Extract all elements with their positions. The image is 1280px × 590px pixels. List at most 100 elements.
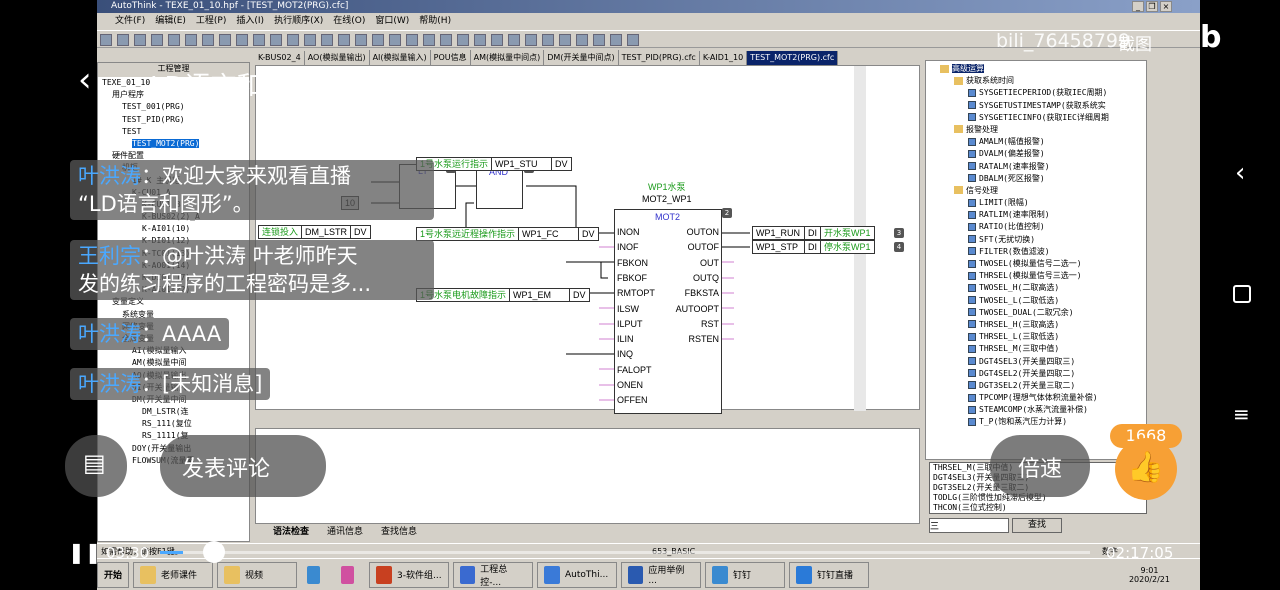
screenshot-label[interactable]: 截图 [1118,30,1152,55]
taskbar-item[interactable]: 老师课件 [133,561,214,588]
back-icon[interactable]: ‹ [78,60,92,100]
library-item[interactable]: 高级运算 [940,63,1146,75]
output-variable[interactable]: WP1_RUN DI 开水泵WP1 [752,226,875,240]
taskbar-item[interactable]: AutoThi... [537,561,618,588]
close-button[interactable]: × [1160,1,1172,12]
library-item[interactable]: THRSEL_L(三取低选) [940,331,1146,343]
menu-item[interactable]: 帮助(H) [419,16,451,26]
taskbar-item[interactable]: 3-软件组... [369,561,450,588]
library-item[interactable]: TWOSEL(模拟量信号二选一) [940,258,1146,270]
library-item[interactable]: 报警处理 [940,124,1146,136]
library-item[interactable]: RATIO(比值控制) [940,221,1146,233]
toolbar-button-icon[interactable] [270,34,282,46]
taskbar-item[interactable] [335,561,366,588]
menu-item[interactable]: 文件(F) [115,16,145,26]
progress-bar[interactable] [160,551,1090,554]
tab-item[interactable]: AO(模拟量输出) [305,50,370,65]
taskbar-item[interactable]: 视频 [217,561,298,588]
library-item[interactable]: TWOSEL_H(二取高选) [940,282,1146,294]
toolbar-button-icon[interactable] [491,34,503,46]
toolbar-button-icon[interactable] [440,34,452,46]
toolbar-button-icon[interactable] [627,34,639,46]
toolbar-button-icon[interactable] [355,34,367,46]
library-item[interactable]: TWOSEL_DUAL(二取冗余) [940,307,1146,319]
tab-item[interactable]: TEST_PID(PRG).cfc [619,51,700,65]
toolbar-button-icon[interactable] [304,34,316,46]
start-button[interactable]: 开始 [97,561,130,588]
toolbar-button-icon[interactable] [219,34,231,46]
library-item[interactable]: DGT4SEL2(开关量四取二) [940,368,1146,380]
library-item[interactable]: RATLIM(速率限制) [940,209,1146,221]
input-variable[interactable]: 1号水泵远近程操作指示 WP1_FC DV [416,227,599,241]
tab-item[interactable]: K-AID1_10 [700,51,748,65]
tree-item[interactable]: RS_111(复位 [102,418,249,430]
toolbar-button-icon[interactable] [610,34,622,46]
tab-item[interactable]: DM(开关量中间点) [544,50,619,65]
toolbar-button-icon[interactable] [100,34,112,46]
taskbar-item[interactable]: 钉钉直播 [789,561,870,588]
like-button[interactable]: 👍 [1115,438,1177,500]
mot2-block[interactable]: MOT2 INON INOF FBKON FBKOF RMTOPT ILSW ILPUT IL… [614,209,722,414]
toolbar-button-icon[interactable] [389,34,401,46]
output-tab[interactable]: 通讯信息 [327,527,363,537]
toolbar-button-icon[interactable] [338,34,350,46]
toolbar-button-icon[interactable] [372,34,384,46]
menu-item[interactable]: 在线(O) [333,16,365,26]
library-item[interactable]: SYSGETUSTIMESTAMP(获取系统实 [940,100,1146,112]
library-item[interactable]: TPCOMP(理想气体体积流量补偿) [940,392,1146,404]
restore-button[interactable]: ❐ [1146,1,1158,12]
comment-input[interactable]: 发表评论 [160,435,326,497]
input-variable[interactable]: 1号水泵运行指示 WP1_STU DV [416,157,572,171]
output-variable[interactable]: WP1_STP DI 停水泵WP1 [752,240,875,254]
library-item[interactable]: SYSGETIECPERIOD(获取IEC周期) [940,87,1146,99]
tab-item[interactable]: K-BUS02_4 [255,51,305,65]
library-item[interactable]: 信号处理 [940,185,1146,197]
tab-item[interactable]: AI(模拟量输入) [370,50,431,65]
toolbar-button-icon[interactable] [542,34,554,46]
toolbar-button-icon[interactable] [236,34,248,46]
cfc-canvas[interactable]: LT 0 10 AND 1 连锁投入DM_LSTRDV WP1水泵 MOT2_W… [255,65,920,414]
library-item[interactable]: DBALM(死区报警) [940,173,1146,185]
menu-icon[interactable]: ≡ [1233,402,1250,426]
menu-item[interactable]: 工程(P) [196,16,226,26]
taskbar-item[interactable]: 钉钉 [705,561,786,588]
toolbar-button-icon[interactable] [457,34,469,46]
library-item[interactable]: DGT3SEL2(开关量三取二) [940,380,1146,392]
taskbar-item[interactable]: 应用举例 ... [621,561,702,588]
output-tab[interactable]: 查找信息 [381,527,417,537]
danmaku-toggle-button[interactable]: ▤ [65,435,127,497]
toolbar-button-icon[interactable] [168,34,180,46]
taskbar-item[interactable] [301,561,332,588]
search-button[interactable]: 查找 [1012,518,1062,533]
toolbar-button-icon[interactable] [321,34,333,46]
toolbar-button-icon[interactable] [117,34,129,46]
library-item[interactable]: RATALM(速率报警) [940,161,1146,173]
tree-item[interactable]: TEST_001(PRG) [102,101,249,113]
tab-item[interactable]: AM(模拟量中间点) [471,50,545,65]
toolbar-button-icon[interactable] [559,34,571,46]
toolbar-button-icon[interactable] [151,34,163,46]
menu-item[interactable]: 窗口(W) [375,16,409,26]
toolbar-button-icon[interactable] [185,34,197,46]
speed-button[interactable]: 倍速 [990,435,1090,497]
square-icon[interactable] [1233,285,1251,303]
toolbar-button-icon[interactable] [134,34,146,46]
tree-item[interactable]: TEST_PID(PRG) [102,114,249,126]
library-item[interactable]: DGT4SEL3(开关量四取三) [940,356,1146,368]
chevron-left-icon[interactable]: ‹ [1235,158,1245,188]
tab-item[interactable]: TEST_MOT2(PRG).cfc [747,51,839,65]
library-item[interactable]: 获取系统时间 [940,75,1146,87]
minimize-button[interactable]: _ [1132,1,1144,12]
tree-item[interactable]: K-AI01(10) [102,223,249,235]
library-item[interactable]: THRSEL_H(三取高选) [940,319,1146,331]
library-item[interactable]: THRSEL(模拟量信号三选一) [940,270,1146,282]
menu-item[interactable]: 插入(I) [236,16,264,26]
library-item[interactable]: FILTER(数值滤波) [940,246,1146,258]
toolbar-button-icon[interactable] [287,34,299,46]
library-item[interactable]: STEAMCOMP(水蒸汽流量补偿) [940,404,1146,416]
library-item[interactable]: SYSGETIECINFO(获取IEC详细周期 [940,112,1146,124]
toolbar-button-icon[interactable] [406,34,418,46]
tree-item[interactable]: TEST_MOT2(PRG) [102,138,249,150]
toolbar-button-icon[interactable] [253,34,265,46]
search-input[interactable] [929,518,1009,533]
